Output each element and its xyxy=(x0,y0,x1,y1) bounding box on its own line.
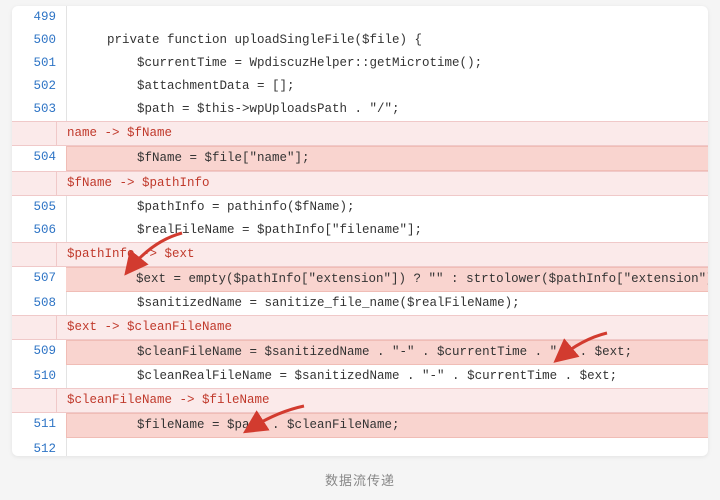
line-number: 502 xyxy=(12,75,66,98)
line-number: 511 xyxy=(12,413,66,438)
code-line: 504 $fName = $file["name"]; xyxy=(12,146,708,171)
line-number: 508 xyxy=(12,292,66,315)
code-line: 510 $cleanRealFileName = $sanitizedName … xyxy=(12,365,708,388)
flow-label-text: name -> $fName xyxy=(57,121,708,146)
flow-label-text: $cleanFileName -> $fileName xyxy=(57,388,708,413)
line-number: 501 xyxy=(12,52,66,75)
code-line: 511 $fileName = $path . $cleanFileName; xyxy=(12,413,708,438)
flow-label-text: $pathInfo -> $ext xyxy=(57,242,708,267)
line-number: 509 xyxy=(12,340,66,365)
code-text: $fName = $file["name"]; xyxy=(67,146,708,171)
line-number: 507 xyxy=(12,267,66,292)
code-line: 506 $realFileName = $pathInfo["filename"… xyxy=(12,219,708,242)
line-number: 510 xyxy=(12,365,66,388)
line-number: 512 xyxy=(12,438,66,456)
code-screenshot: 499 500 private function uploadSingleFil… xyxy=(12,6,708,456)
flow-label: $pathInfo -> $ext xyxy=(12,242,708,267)
code-text: private function uploadSingleFile($file)… xyxy=(67,29,708,52)
code-text: $fileName = $path . $cleanFileName; xyxy=(67,413,708,438)
line-number: 506 xyxy=(12,219,66,242)
code-line: 512 xyxy=(12,438,708,456)
code-text xyxy=(67,438,708,456)
code-text: $realFileName = $pathInfo["filename"]; xyxy=(67,219,708,242)
line-number: 503 xyxy=(12,98,66,121)
flow-label: $ext -> $cleanFileName xyxy=(12,315,708,340)
line-number: 505 xyxy=(12,196,66,219)
line-number: 499 xyxy=(12,6,66,29)
code-text: $cleanFileName = $sanitizedName . "-" . … xyxy=(67,340,708,365)
flow-label-text: $ext -> $cleanFileName xyxy=(57,315,708,340)
code-text: $sanitizedName = sanitize_file_name($rea… xyxy=(67,292,708,315)
code-text: $currentTime = WpdiscuzHelper::getMicrot… xyxy=(67,52,708,75)
code-text: $path = $this->wpUploadsPath . "/"; xyxy=(67,98,708,121)
flow-label: $cleanFileName -> $fileName xyxy=(12,388,708,413)
figure-caption: 数据流传递 xyxy=(12,456,708,489)
code-block: 499 500 private function uploadSingleFil… xyxy=(12,6,708,456)
code-line: 508 $sanitizedName = sanitize_file_name(… xyxy=(12,292,708,315)
code-line: 503 $path = $this->wpUploadsPath . "/"; xyxy=(12,98,708,121)
code-text xyxy=(67,6,708,29)
code-line: 505 $pathInfo = pathinfo($fName); xyxy=(12,196,708,219)
code-text: $pathInfo = pathinfo($fName); xyxy=(67,196,708,219)
code-line: 509 $cleanFileName = $sanitizedName . "-… xyxy=(12,340,708,365)
code-line: 502 $attachmentData = []; xyxy=(12,75,708,98)
line-number: 500 xyxy=(12,29,66,52)
code-text: $attachmentData = []; xyxy=(67,75,708,98)
code-line: 500 private function uploadSingleFile($f… xyxy=(12,29,708,52)
code-line: 501 $currentTime = WpdiscuzHelper::getMi… xyxy=(12,52,708,75)
code-text: $cleanRealFileName = $sanitizedName . "-… xyxy=(67,365,708,388)
flow-label-text: $fName -> $pathInfo xyxy=(57,171,708,196)
line-number: 504 xyxy=(12,146,66,171)
flow-label: name -> $fName xyxy=(12,121,708,146)
code-line: 499 xyxy=(12,6,708,29)
flow-label: $fName -> $pathInfo xyxy=(12,171,708,196)
code-text: $ext = empty($pathInfo["extension"]) ? "… xyxy=(66,267,708,292)
code-line: 507 $ext = empty($pathInfo["extension"])… xyxy=(12,267,708,292)
